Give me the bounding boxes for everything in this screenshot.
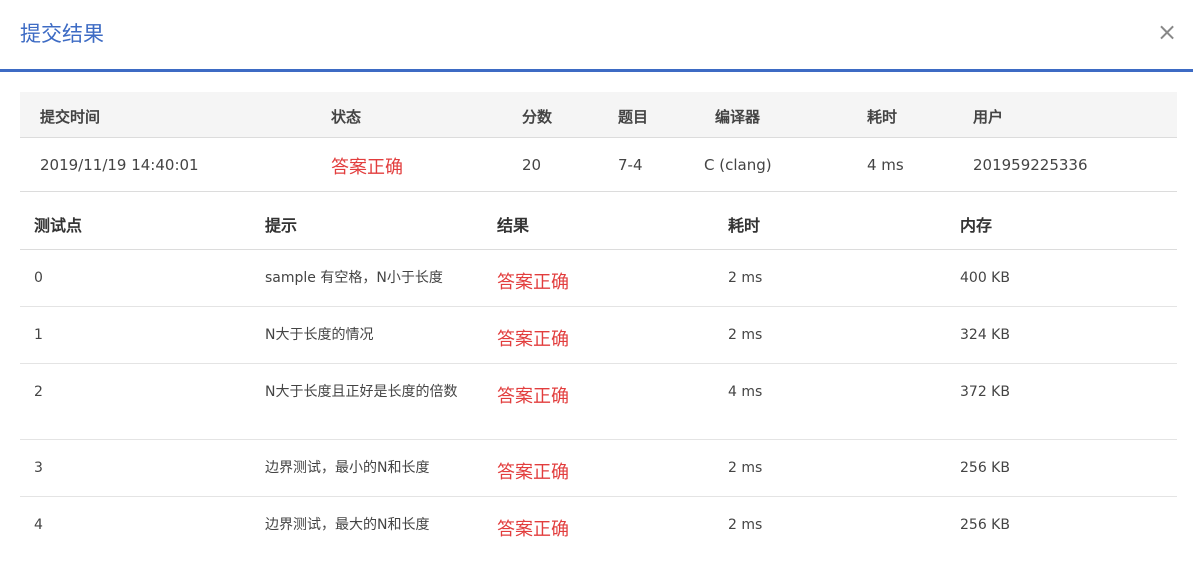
header-submit-time: 提交时间 [40,108,101,126]
case-hint: 边界测试，最小的N和长度 [265,460,430,476]
status-badge: 答案正确 [331,157,403,178]
case-hint: N大于长度且正好是长度的倍数 [265,384,458,400]
case-time: 2 ms [728,327,763,343]
problem-link[interactable]: 7-4 [618,156,643,174]
case-memory: 256 KB [960,460,1010,476]
case-result: 答案正确 [497,519,569,540]
header-compiler: 编译器 [715,108,761,126]
header-status: 状态 [331,108,362,126]
summary-data-row: 2019/11/19 14:40:01 答案正确 20 7-4 C (clang… [20,139,1177,192]
case-result: 答案正确 [497,329,569,350]
table-row: 0 sample 有空格，N小于长度 答案正确 2 ms 400 KB [20,250,1177,307]
modal-header: 提交结果 × [0,0,1193,72]
table-row: 2 N大于长度且正好是长度的倍数 答案正确 4 ms 372 KB [20,364,1177,440]
summary-header-row: 提交时间 状态 分数 题目 编译器 耗时 用户 [20,92,1177,138]
case-time: 2 ms [728,270,763,286]
header-problem: 题目 [618,108,649,126]
table-row: 3 边界测试，最小的N和长度 答案正确 2 ms 256 KB [20,440,1177,497]
header-score: 分数 [522,108,553,126]
case-result: 答案正确 [497,462,569,483]
case-memory: 324 KB [960,327,1010,343]
submit-time: 2019/11/19 14:40:01 [40,156,199,174]
score-value: 20 [522,156,542,174]
case-memory: 256 KB [960,517,1010,533]
case-time: 2 ms [728,460,763,476]
table-row: 4 边界测试，最大的N和长度 答案正确 2 ms 256 KB [20,497,1177,554]
case-id: 3 [34,460,43,476]
header-case-id: 测试点 [34,216,83,235]
case-id: 2 [34,384,43,400]
elapsed-value: 4 ms [867,156,904,174]
case-time: 4 ms [728,384,763,400]
case-memory: 372 KB [960,384,1010,400]
case-time: 2 ms [728,517,763,533]
cases-header-row: 测试点 提示 结果 耗时 内存 [20,192,1177,250]
user-value: 201959225336 [973,156,1088,174]
modal-title: 提交结果 [20,22,104,46]
case-memory: 400 KB [960,270,1010,286]
header-memory: 内存 [960,216,993,235]
header-elapsed: 耗时 [867,108,898,126]
header-result: 结果 [497,216,530,235]
case-id: 1 [34,327,43,343]
table-row: 1 N大于长度的情况 答案正确 2 ms 324 KB [20,307,1177,364]
case-hint: sample 有空格，N小于长度 [265,270,443,286]
case-hint: 边界测试，最大的N和长度 [265,517,430,533]
close-button[interactable]: × [1156,20,1178,44]
case-result: 答案正确 [497,272,569,293]
compiler-value: C (clang) [704,156,772,174]
header-user: 用户 [973,108,1004,126]
case-hint: N大于长度的情况 [265,327,374,343]
submission-summary-table: 提交时间 状态 分数 题目 编译器 耗时 用户 2019/11/19 14:40… [20,92,1177,192]
case-id: 0 [34,270,43,286]
header-case-time: 耗时 [728,216,761,235]
case-id: 4 [34,517,43,533]
header-hint: 提示 [265,216,298,235]
case-result: 答案正确 [497,386,569,407]
